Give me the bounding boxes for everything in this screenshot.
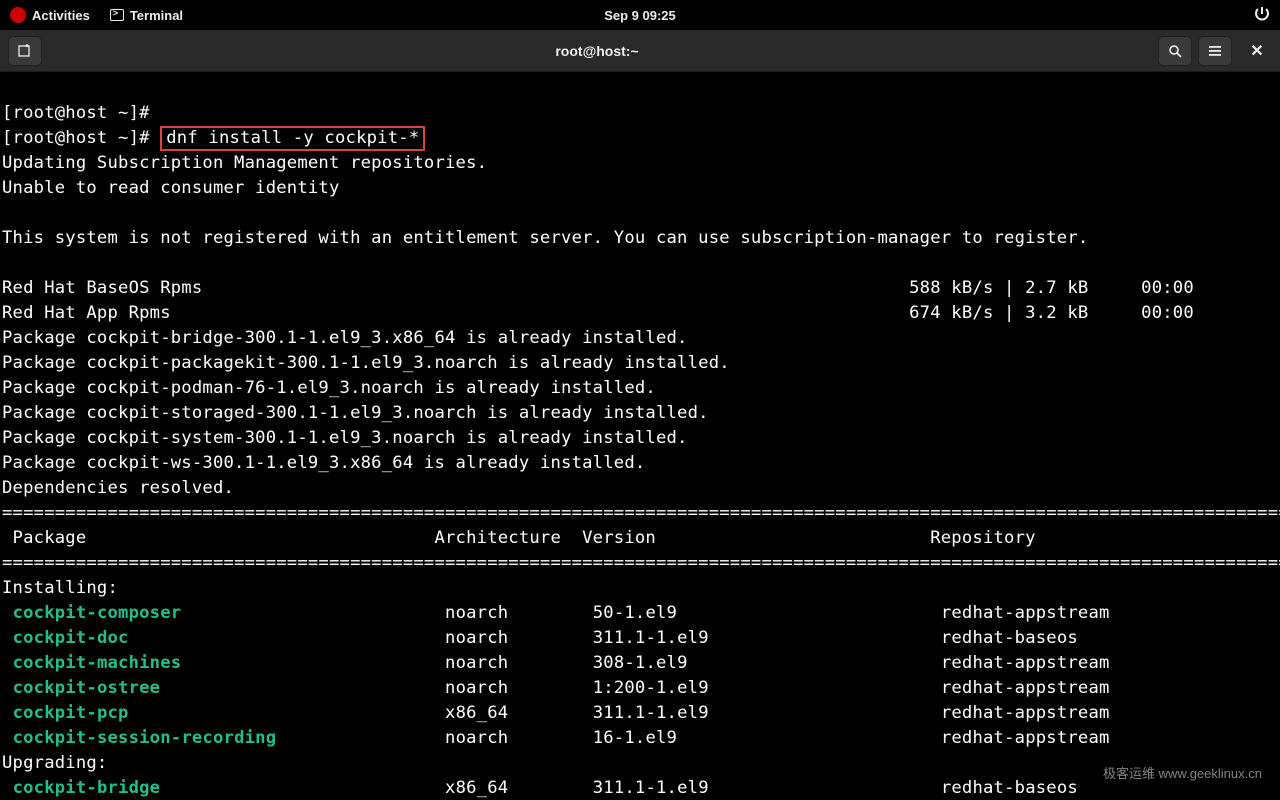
terminal-app-indicator[interactable]: Terminal — [110, 8, 183, 23]
section-label: Installing: — [2, 578, 118, 598]
network-icon[interactable] — [1220, 6, 1236, 25]
clock[interactable]: Sep 9 09:25 — [604, 8, 676, 23]
table-row: cockpit-session-recording noarch 16-1.el… — [2, 728, 1280, 748]
menu-button[interactable] — [1198, 36, 1232, 66]
power-icon[interactable] — [1254, 6, 1270, 25]
output-line: This system is not registered with an en… — [2, 228, 1088, 248]
window-title: root@host:~ — [42, 43, 1152, 59]
terminal-icon — [110, 9, 124, 21]
table-row: cockpit-pcp x86_64 311.1-1.el9 redhat-ap… — [2, 703, 1280, 723]
output-line: Unable to read consumer identity — [2, 178, 340, 198]
output-line: Red Hat BaseOS Rpms 588 kB/s | 2.7 kB 00… — [2, 278, 1194, 298]
output-line: Package cockpit-system-300.1-1.el9_3.noa… — [2, 428, 688, 448]
gnome-topbar: Activities Terminal Sep 9 09:25 — [0, 0, 1280, 30]
pkg-name: cockpit-session-recording — [13, 728, 277, 748]
close-button[interactable]: ✕ — [1242, 36, 1272, 66]
terminal-titlebar: root@host:~ ✕ — [0, 30, 1280, 72]
table-rule: ========================================… — [2, 503, 1280, 523]
table-row: cockpit-machines noarch 308-1.el9 redhat… — [2, 653, 1280, 673]
pkg-name: cockpit-pcp — [13, 703, 129, 723]
highlighted-command: dnf install -y cockpit-* — [160, 126, 425, 151]
section-label: Upgrading: — [2, 753, 107, 773]
table-rule: ========================================… — [2, 553, 1280, 573]
prompt: [root@host ~]# — [2, 128, 160, 148]
watermark: 极客运维 www.geeklinux.cn — [1103, 763, 1262, 782]
output-line: Package cockpit-ws-300.1-1.el9_3.x86_64 … — [2, 453, 645, 473]
prompt: [root@host ~]# — [2, 103, 150, 123]
output-line: Package cockpit-storaged-300.1-1.el9_3.n… — [2, 403, 709, 423]
output-line: Red Hat App Rpms 674 kB/s | 3.2 kB 00:00 — [2, 303, 1194, 323]
table-row: cockpit-bridge x86_64 311.1-1.el9 redhat… — [2, 778, 1280, 798]
pkg-name: cockpit-bridge — [13, 778, 161, 798]
pkg-name: cockpit-doc — [13, 628, 129, 648]
terminal-output[interactable]: [root@host ~]# [root@host ~]# dnf instal… — [0, 72, 1280, 800]
table-row: cockpit-ostree noarch 1:200-1.el9 redhat… — [2, 678, 1280, 698]
search-button[interactable] — [1158, 36, 1192, 66]
table-row: cockpit-composer noarch 50-1.el9 redhat-… — [2, 603, 1280, 623]
output-line: Package cockpit-packagekit-300.1-1.el9_3… — [2, 353, 730, 373]
output-line: Package cockpit-podman-76-1.el9_3.noarch… — [2, 378, 656, 398]
pkg-name: cockpit-machines — [13, 653, 182, 673]
output-line: Updating Subscription Management reposit… — [2, 153, 487, 173]
pkg-name: cockpit-composer — [13, 603, 182, 623]
output-line: Package cockpit-bridge-300.1-1.el9_3.x86… — [2, 328, 688, 348]
pkg-name: cockpit-ostree — [13, 678, 161, 698]
table-header: Package Architecture Version Repository … — [2, 528, 1280, 548]
distro-icon — [10, 7, 26, 23]
terminal-app-label: Terminal — [130, 8, 183, 23]
activities-label: Activities — [32, 8, 90, 23]
activities-button[interactable]: Activities — [10, 7, 90, 23]
table-row: cockpit-doc noarch 311.1-1.el9 redhat-ba… — [2, 628, 1280, 648]
new-tab-button[interactable] — [8, 36, 42, 66]
output-line: Dependencies resolved. — [2, 478, 234, 498]
